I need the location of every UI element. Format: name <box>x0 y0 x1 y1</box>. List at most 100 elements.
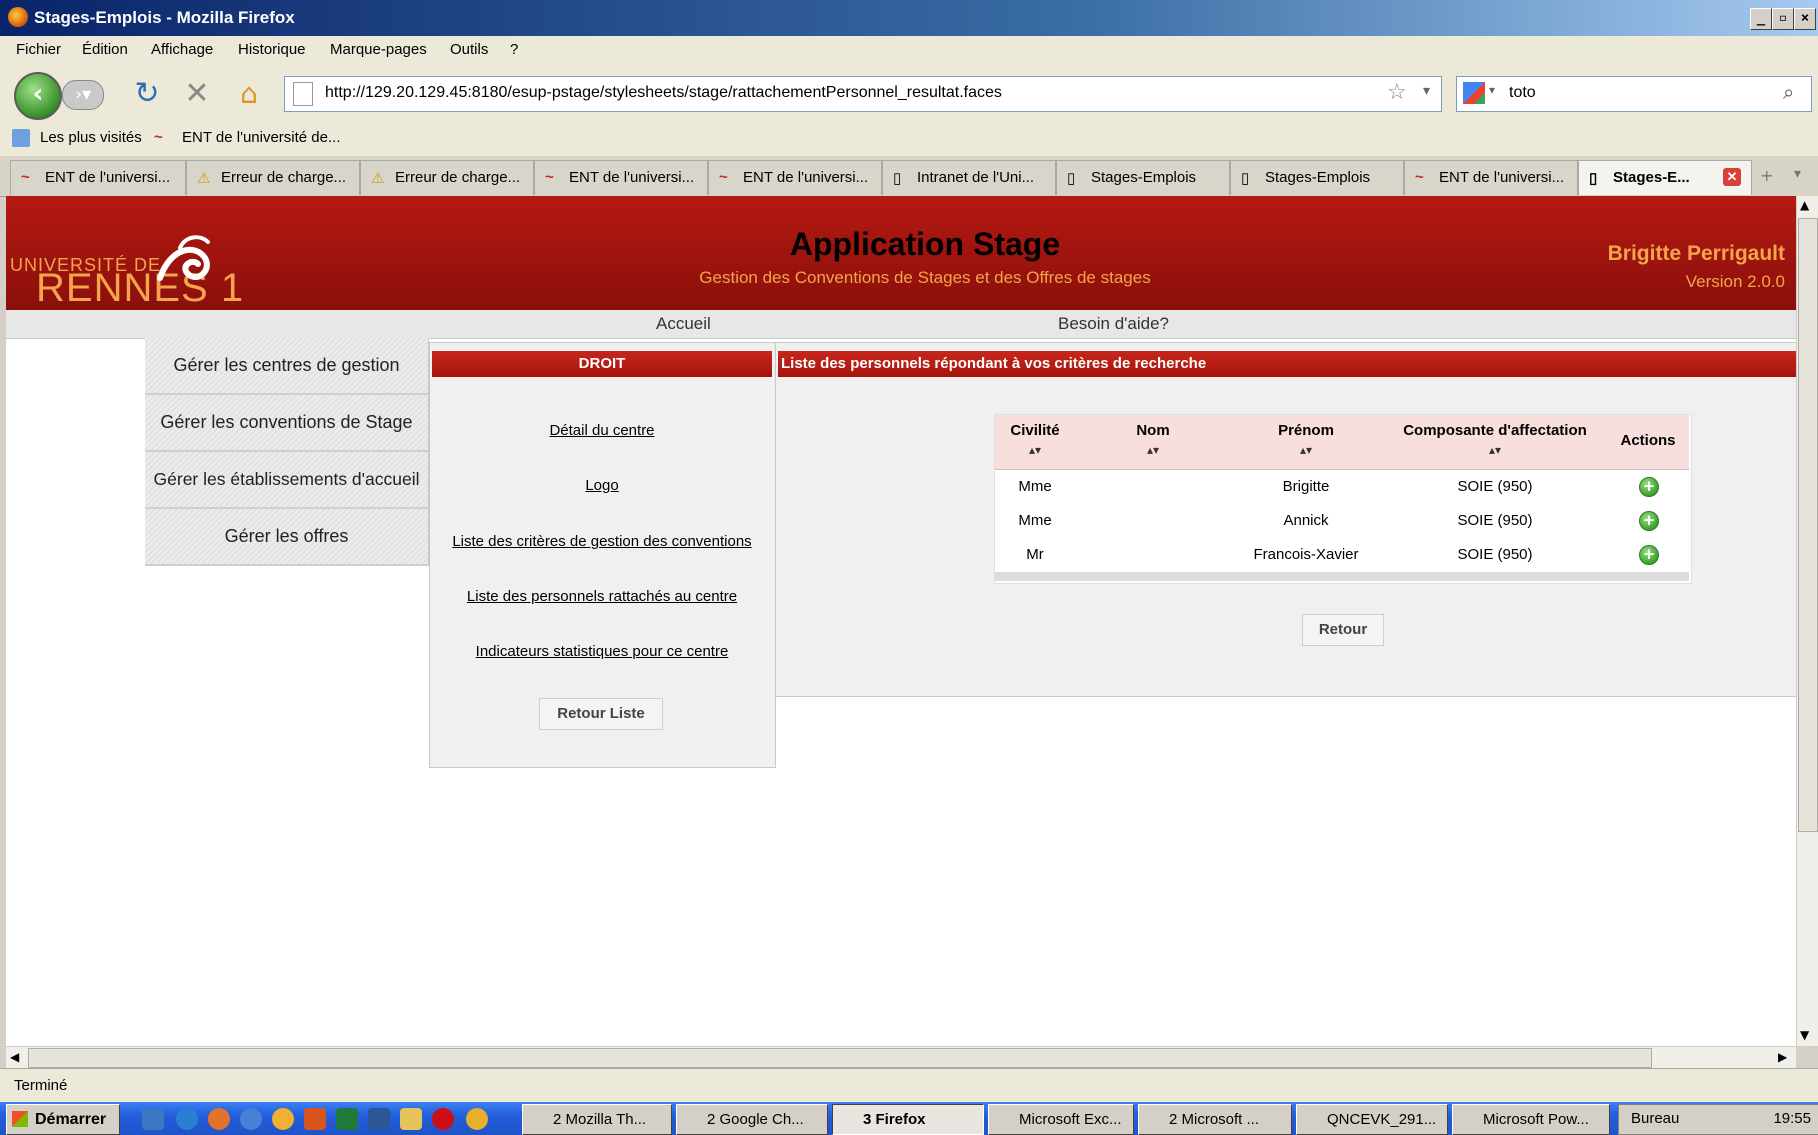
restore-button[interactable]: ▫ <box>1772 8 1794 30</box>
search-bar[interactable]: ▾ toto ⌕ <box>1456 76 1812 112</box>
opera-icon[interactable] <box>432 1108 454 1130</box>
col-actions: Actions <box>1620 432 1676 449</box>
tab-list-icon[interactable]: ▾ <box>1794 166 1801 182</box>
tab-erreur-2[interactable]: ⚠ Erreur de charge... <box>360 160 534 195</box>
vertical-scroll-thumb[interactable] <box>1798 218 1818 832</box>
retour-liste-button[interactable]: Retour Liste <box>539 698 663 730</box>
back-button[interactable]: ‹ <box>14 72 62 120</box>
link-personnels-rattaches[interactable]: Liste des personnels rattachés au centre <box>432 588 772 605</box>
url-dropdown-icon[interactable]: ▾ <box>1423 83 1430 99</box>
excel-icon[interactable] <box>336 1108 358 1130</box>
chrome-icon[interactable] <box>466 1108 488 1130</box>
cell-prenom: Francois-Xavier <box>1253 546 1359 563</box>
add-icon[interactable]: + <box>1639 477 1659 497</box>
bookmark-star-icon[interactable]: ☆ <box>1387 80 1407 105</box>
taskbar-powerpoint[interactable]: Microsoft Pow... <box>1452 1104 1610 1135</box>
powerpoint-icon[interactable] <box>304 1108 326 1130</box>
add-icon[interactable]: + <box>1639 511 1659 531</box>
tab-intranet[interactable]: ▯ Intranet de l'Uni... <box>882 160 1056 195</box>
url-bar[interactable]: http://129.20.129.45:8180/esup-pstage/st… <box>284 76 1442 112</box>
menu-help[interactable]: ? <box>510 41 518 58</box>
app-version: Version 2.0.0 <box>1685 272 1785 291</box>
col-composante[interactable]: Composante d'affectation <box>1384 422 1606 439</box>
left-menu-centres[interactable]: Gérer les centres de gestion <box>145 338 429 395</box>
tab-stages-2[interactable]: ▯ Stages-Emplois <box>1230 160 1404 195</box>
add-icon[interactable]: + <box>1639 545 1659 565</box>
link-detail-centre[interactable]: Détail du centre <box>432 422 772 439</box>
close-tab-icon[interactable]: ✕ <box>1723 168 1741 186</box>
folder-icon[interactable] <box>400 1108 422 1130</box>
scroll-up-icon[interactable]: ▲ <box>1800 198 1809 212</box>
ie-icon[interactable] <box>176 1108 198 1130</box>
firefox-icon[interactable] <box>208 1108 230 1130</box>
thunderbird-icon[interactable] <box>240 1108 262 1130</box>
page-icon: ▯ <box>1067 170 1076 187</box>
menu-fichier[interactable]: Fichier <box>16 41 61 58</box>
menu-outils[interactable]: Outils <box>450 41 488 58</box>
taskbar-word[interactable]: 2 Microsoft ... <box>1138 1104 1292 1135</box>
minimize-button[interactable]: _ <box>1750 8 1772 30</box>
taskbar-thunderbird[interactable]: 2 Mozilla Th... <box>522 1104 672 1135</box>
close-window-button[interactable]: × <box>1794 8 1816 30</box>
menu-historique[interactable]: Historique <box>238 41 306 58</box>
google-icon[interactable] <box>1463 82 1485 104</box>
taskbar-firefox[interactable]: 3 Firefox <box>832 1104 984 1135</box>
taskbar-excel[interactable]: Microsoft Exc... <box>988 1104 1134 1135</box>
col-nom[interactable]: Nom <box>1100 422 1206 439</box>
search-engine-dropdown-icon[interactable]: ▾ <box>1489 83 1495 97</box>
word-icon[interactable] <box>368 1108 390 1130</box>
left-menu-etablissements[interactable]: Gérer les établissements d'accueil <box>145 452 429 509</box>
window-title-bar[interactable]: Stages-Emplois - Mozilla Firefox _ ▫ × <box>0 0 1818 36</box>
user-name: Brigitte Perrigault <box>1607 242 1785 265</box>
tray-bureau[interactable]: Bureau <box>1631 1110 1679 1127</box>
cell-civilite: Mme <box>1018 478 1052 495</box>
menu-marque-pages[interactable]: Marque-pages <box>330 41 427 58</box>
tab-ent-1[interactable]: ~ ENT de l'universi... <box>10 160 186 195</box>
tab-ent-3[interactable]: ~ ENT de l'universi... <box>708 160 882 195</box>
start-button[interactable]: Démarrer <box>6 1104 120 1135</box>
windows-icon <box>12 1111 28 1127</box>
sort-icon[interactable]: ▴▾ <box>1384 443 1606 457</box>
menu-edition[interactable]: Édition <box>82 41 128 58</box>
tab-stages-1[interactable]: ▯ Stages-Emplois <box>1056 160 1230 195</box>
sort-icon[interactable]: ▴▾ <box>1236 443 1376 457</box>
tab-ent-4[interactable]: ~ ENT de l'universi... <box>1404 160 1578 195</box>
link-criteres-gestion[interactable]: Liste des critères de gestion des conven… <box>432 533 772 550</box>
taskbar-pdf[interactable]: QNCEVK_291... <box>1296 1104 1448 1135</box>
page-icon <box>293 82 313 106</box>
search-icon[interactable]: ⌕ <box>1783 80 1794 104</box>
sort-icon[interactable]: ▴▾ <box>1100 443 1206 457</box>
menu-affichage[interactable]: Affichage <box>151 41 213 58</box>
link-indicateurs[interactable]: Indicateurs statistiques pour ce centre <box>432 643 772 660</box>
app-subtitle: Gestion des Conventions de Stages et des… <box>699 268 1151 287</box>
sort-icon[interactable]: ▴▾ <box>995 443 1075 457</box>
taskbar-chrome[interactable]: 2 Google Ch... <box>676 1104 828 1135</box>
quicklaunch-icon[interactable] <box>142 1108 164 1130</box>
horizontal-scroll-thumb[interactable] <box>28 1048 1652 1068</box>
cell-prenom: Brigitte <box>1282 478 1330 495</box>
left-menu-conventions[interactable]: Gérer les conventions de Stage <box>145 395 429 452</box>
nav-help[interactable]: Besoin d'aide? <box>1058 314 1169 334</box>
nav-accueil[interactable]: Accueil <box>656 314 711 334</box>
col-prenom[interactable]: Prénom <box>1236 422 1376 439</box>
clock[interactable]: 19:55 <box>1773 1110 1811 1127</box>
tab-ent-2[interactable]: ~ ENT de l'universi... <box>534 160 708 195</box>
bookmark-most-visited[interactable]: Les plus visités <box>40 129 142 146</box>
ent-icon: ~ <box>719 169 728 186</box>
link-logo[interactable]: Logo <box>432 477 772 494</box>
scroll-right-icon[interactable]: ▶ <box>1778 1050 1787 1064</box>
tab-erreur-1[interactable]: ⚠ Erreur de charge... <box>186 160 360 195</box>
new-tab-icon[interactable]: + <box>1760 166 1773 185</box>
stop-icon[interactable]: ✕ <box>182 74 212 114</box>
forward-button[interactable]: ›▾ <box>62 80 104 110</box>
tab-stages-active[interactable]: ▯ Stages-E... ✕ <box>1578 160 1752 195</box>
scroll-left-icon[interactable]: ◀ <box>10 1050 19 1064</box>
bookmark-ent[interactable]: ENT de l'université de... <box>182 129 341 146</box>
col-civilite[interactable]: Civilité <box>995 422 1075 439</box>
chrome-icon[interactable] <box>272 1108 294 1130</box>
retour-button[interactable]: Retour <box>1302 614 1384 646</box>
scroll-down-icon[interactable]: ▼ <box>1800 1028 1809 1042</box>
reload-icon[interactable]: ↻ <box>132 74 162 114</box>
left-menu-offres[interactable]: Gérer les offres <box>145 509 429 566</box>
home-icon[interactable]: ⌂ <box>232 74 266 114</box>
